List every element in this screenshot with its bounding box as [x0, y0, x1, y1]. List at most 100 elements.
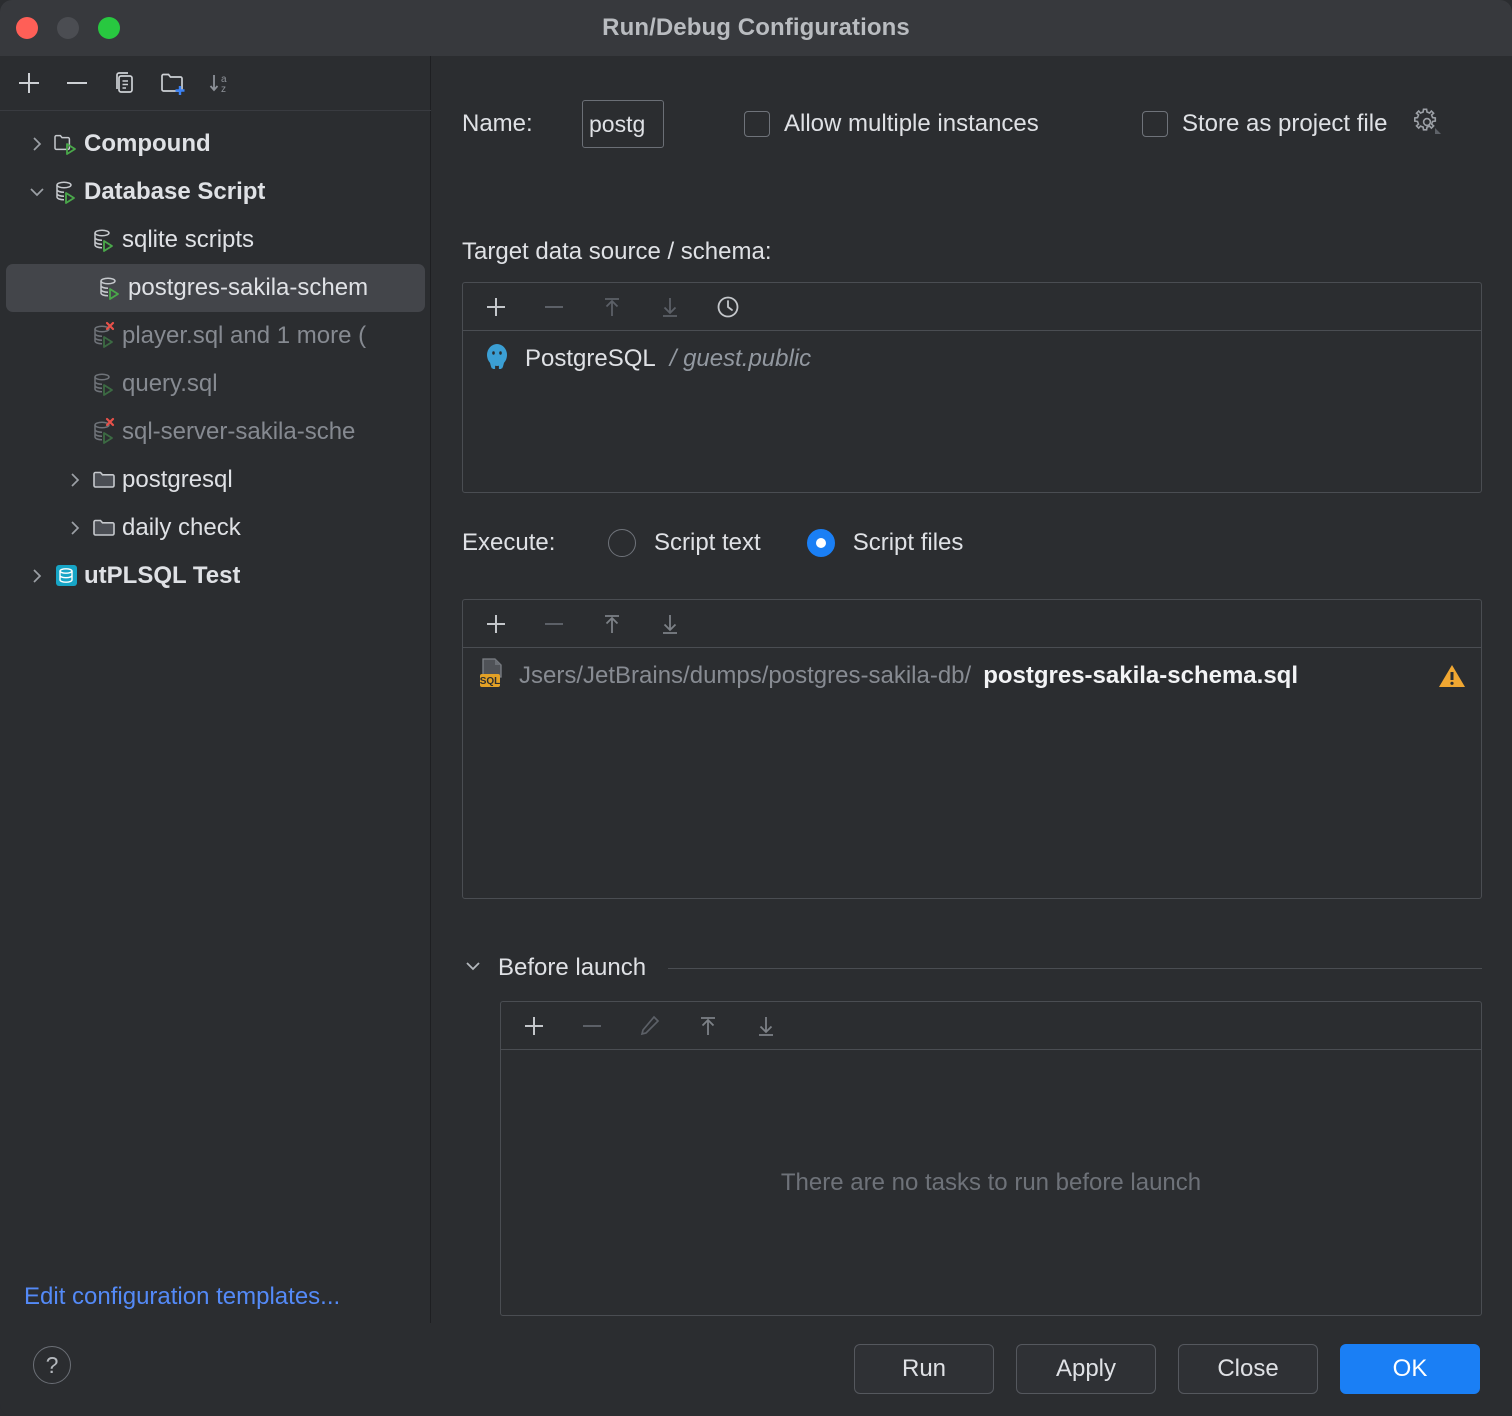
script-text-radio-circle[interactable]	[608, 529, 636, 557]
execute-row: Execute: Script text Script files	[462, 529, 963, 557]
tree-item-label: Database Script	[84, 178, 265, 206]
database-run-icon	[88, 321, 122, 351]
tree-item-label: player.sql and 1 more (	[122, 322, 366, 350]
store-as-project-file-checkbox[interactable]: Store as project file	[1142, 106, 1443, 143]
script-file-name: postgres-sakila-schema.sql	[983, 662, 1298, 690]
data-source-panel: PostgreSQL / guest.public	[462, 282, 1482, 493]
sort-configurations-button[interactable]: a z	[202, 64, 240, 102]
apply-button[interactable]: Apply	[1016, 1344, 1156, 1394]
name-label: Name:	[462, 110, 582, 138]
data-source-separator: /	[670, 345, 677, 372]
database-run-icon	[88, 225, 122, 255]
remove-script-file-button[interactable]	[533, 603, 575, 645]
tree-item[interactable]: sqlite scripts	[0, 216, 431, 264]
svg-text:SQL: SQL	[480, 676, 501, 687]
chevron-right-icon[interactable]	[24, 134, 50, 154]
add-task-button[interactable]	[513, 1005, 555, 1047]
window-controls	[16, 17, 120, 39]
tree-item[interactable]: daily check	[0, 504, 431, 552]
folder-icon	[88, 465, 122, 495]
configurations-sidebar: a z Compound Database Script sqlite script…	[0, 56, 431, 1323]
postgresql-icon	[483, 342, 511, 377]
data-source-toolbar	[463, 283, 1481, 331]
chevron-down-icon[interactable]	[462, 955, 484, 982]
move-data-source-up-button[interactable]	[591, 286, 633, 328]
data-source-schema-name: guest.public	[683, 345, 811, 372]
tree-item-label: sqlite scripts	[122, 226, 254, 254]
new-folder-button[interactable]	[154, 64, 192, 102]
chevron-down-icon[interactable]	[24, 182, 50, 202]
dialog-footer: ? Run Apply Close OK	[0, 1324, 1512, 1416]
before-launch-panel: There are no tasks to run before launch	[500, 1001, 1482, 1316]
add-data-source-button[interactable]	[475, 286, 517, 328]
title-bar: Run/Debug Configurations	[0, 0, 1512, 56]
tree-item-label: sql-server-sakila-sche	[122, 418, 355, 446]
add-script-file-button[interactable]	[475, 603, 517, 645]
tree-item-label: daily check	[122, 514, 241, 542]
configurations-tree[interactable]: Compound Database Script sqlite scripts pos…	[0, 112, 431, 1262]
zoom-window-button[interactable]	[98, 17, 120, 39]
data-source-schema: / guest.public	[670, 345, 811, 373]
tree-item[interactable]: Compound	[0, 120, 431, 168]
script-files-label: Script files	[853, 529, 964, 557]
tree-item[interactable]: postgresql	[0, 456, 431, 504]
move-task-down-button[interactable]	[745, 1005, 787, 1047]
before-launch-divider	[668, 968, 1482, 969]
script-file-item[interactable]: SQL Jsers/JetBrains/dumps/postgres-sakil…	[463, 648, 1481, 704]
script-files-toolbar	[463, 600, 1481, 648]
data-source-name: PostgreSQL	[525, 345, 656, 373]
move-script-up-button[interactable]	[591, 603, 633, 645]
minimize-window-button[interactable]	[57, 17, 79, 39]
script-text-label: Script text	[654, 529, 761, 557]
allow-multiple-instances-checkbox[interactable]: Allow multiple instances	[744, 110, 1039, 138]
remove-task-button[interactable]	[571, 1005, 613, 1047]
script-files-radio-circle[interactable]	[807, 529, 835, 557]
edit-configuration-templates-link[interactable]: Edit configuration templates...	[24, 1283, 340, 1311]
warning-triangle-icon	[1437, 662, 1467, 697]
copy-configuration-button[interactable]	[106, 64, 144, 102]
tree-item[interactable]: sql-server-sakila-sche	[0, 408, 431, 456]
remove-configuration-button[interactable]	[58, 64, 96, 102]
move-data-source-down-button[interactable]	[649, 286, 691, 328]
add-configuration-button[interactable]	[10, 64, 48, 102]
run-button[interactable]: Run	[854, 1344, 994, 1394]
configuration-form: Name: Allow multiple instances Store as …	[432, 56, 1512, 1323]
move-script-down-button[interactable]	[649, 603, 691, 645]
name-input[interactable]	[582, 100, 664, 148]
chevron-right-icon[interactable]	[24, 566, 50, 586]
window-title: Run/Debug Configurations	[0, 14, 1512, 42]
compound-run-icon	[50, 129, 84, 159]
script-text-radio[interactable]: Script text	[608, 529, 761, 557]
svg-text:z: z	[221, 84, 226, 95]
move-task-up-button[interactable]	[687, 1005, 729, 1047]
tree-item[interactable]: query.sql	[0, 360, 431, 408]
remove-data-source-button[interactable]	[533, 286, 575, 328]
before-launch-header[interactable]: Before launch	[462, 954, 1482, 982]
chevron-right-icon[interactable]	[62, 470, 88, 490]
target-data-source-label: Target data source / schema:	[462, 238, 772, 266]
data-source-history-button[interactable]	[707, 286, 749, 328]
gear-icon[interactable]	[1411, 106, 1443, 143]
name-row: Name: Allow multiple instances Store as …	[462, 98, 1502, 150]
ok-button[interactable]: OK	[1340, 1344, 1480, 1394]
close-button[interactable]: Close	[1178, 1344, 1318, 1394]
tree-item-label: query.sql	[122, 370, 218, 398]
tree-item-label: postgresql	[122, 466, 233, 494]
store-as-project-file-box[interactable]	[1142, 111, 1168, 137]
tree-item[interactable]: player.sql and 1 more (	[0, 312, 431, 360]
tree-item[interactable]: utPLSQL Test	[0, 552, 431, 600]
help-button[interactable]: ?	[33, 1346, 71, 1384]
data-source-item[interactable]: PostgreSQL / guest.public	[463, 331, 1481, 387]
tree-item[interactable]: Database Script	[0, 168, 431, 216]
sidebar-toolbar: a z	[0, 56, 431, 111]
store-as-project-file-label: Store as project file	[1182, 110, 1387, 138]
close-window-button[interactable]	[16, 17, 38, 39]
edit-task-button[interactable]	[629, 1005, 671, 1047]
tree-item-label: postgres-sakila-schem	[128, 274, 368, 302]
allow-multiple-instances-box[interactable]	[744, 111, 770, 137]
execute-label: Execute:	[462, 529, 608, 557]
tree-item[interactable]: postgres-sakila-schem	[6, 264, 425, 312]
script-files-radio[interactable]: Script files	[807, 529, 964, 557]
database-run-icon	[88, 369, 122, 399]
chevron-right-icon[interactable]	[62, 518, 88, 538]
